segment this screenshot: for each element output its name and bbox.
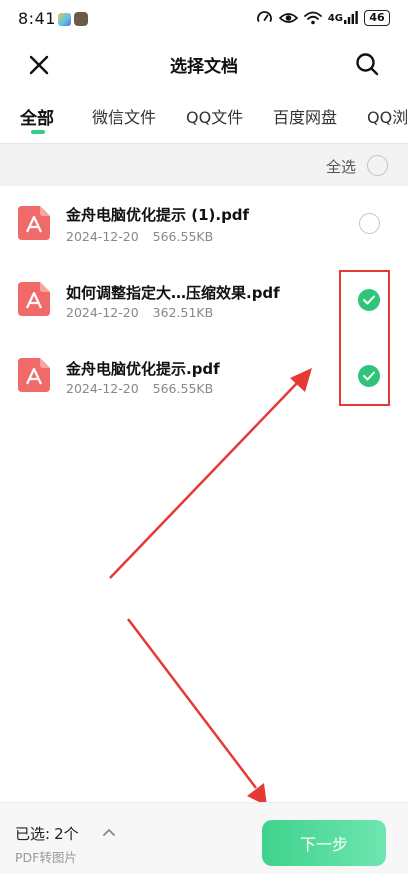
file-meta: 2024-12-20 362.51KB xyxy=(66,305,213,320)
wifi-icon xyxy=(303,11,322,24)
status-bar: 8:41 4G 46 xyxy=(0,0,408,38)
pdf-icon xyxy=(18,358,50,392)
tab-wechat-files[interactable]: 微信文件 xyxy=(92,104,156,128)
selected-count[interactable]: 已选: 2个 xyxy=(15,823,79,844)
select-all-label[interactable]: 全选 xyxy=(326,156,356,177)
file-list-item[interactable]: 金舟电脑优化提示 (1).pdf 2024-12-20 566.55KB xyxy=(0,186,408,262)
battery-indicator: 46 xyxy=(364,9,390,26)
header: 选择文档 xyxy=(0,38,408,90)
file-name: 金舟电脑优化提示.pdf xyxy=(66,360,220,378)
app-notification-icon xyxy=(58,13,71,26)
cell-signal-icon: 4G xyxy=(328,11,358,24)
source-tabs: 全部 微信文件 QQ文件 百度网盘 QQ浏 xyxy=(0,96,408,140)
file-date: 2024-12-20 xyxy=(66,305,139,320)
task-subtitle: PDF转图片 xyxy=(15,850,77,865)
pdf-icon xyxy=(18,206,50,240)
file-size: 566.55KB xyxy=(152,229,214,244)
selected-number: 2个 xyxy=(54,825,79,843)
file-date: 2024-12-20 xyxy=(66,229,139,244)
app-notification-icon-2 xyxy=(74,12,88,26)
select-all-row: 全选 xyxy=(0,144,408,186)
status-time: 8:41 xyxy=(18,9,56,28)
selected-label: 已选: xyxy=(15,825,51,843)
speedometer-icon xyxy=(256,11,272,22)
select-all-radio[interactable] xyxy=(367,155,388,176)
next-step-button[interactable]: 下一步 xyxy=(262,820,386,866)
file-meta: 2024-12-20 566.55KB xyxy=(66,229,213,244)
annotation-arrow-down xyxy=(127,618,257,789)
eye-icon xyxy=(278,12,298,23)
status-icons: 4G 46 xyxy=(256,9,390,26)
active-tab-indicator xyxy=(31,130,45,134)
annotation-highlight-box xyxy=(339,270,390,406)
bottom-bar: 已选: 2个 PDF转图片 下一步 xyxy=(0,802,408,874)
pdf-icon xyxy=(18,282,50,316)
tab-all[interactable]: 全部 xyxy=(20,104,54,129)
tab-baidu-netdisk[interactable]: 百度网盘 xyxy=(273,104,337,128)
file-name: 如何调整指定大…压缩效果.pdf xyxy=(66,284,280,302)
file-date: 2024-12-20 xyxy=(66,381,139,396)
file-name: 金舟电脑优化提示 (1).pdf xyxy=(66,206,250,224)
file-size: 566.55KB xyxy=(152,381,214,396)
tab-qq-browser[interactable]: QQ浏 xyxy=(367,104,408,128)
search-icon[interactable] xyxy=(354,51,380,77)
tab-qq-files[interactable]: QQ文件 xyxy=(186,104,243,128)
file-select-radio[interactable] xyxy=(359,213,380,234)
screen: 8:41 4G 46 选择文档 全部 微信文件 QQ文件 百度网盘 QQ浏 全选… xyxy=(0,0,408,874)
file-size: 362.51KB xyxy=(152,305,214,320)
file-meta: 2024-12-20 566.55KB xyxy=(66,381,213,396)
signal-bars-icon xyxy=(344,11,358,24)
network-type-label: 4G xyxy=(327,13,343,24)
chevron-up-icon[interactable] xyxy=(103,828,115,836)
page-title: 选择文档 xyxy=(170,57,238,77)
